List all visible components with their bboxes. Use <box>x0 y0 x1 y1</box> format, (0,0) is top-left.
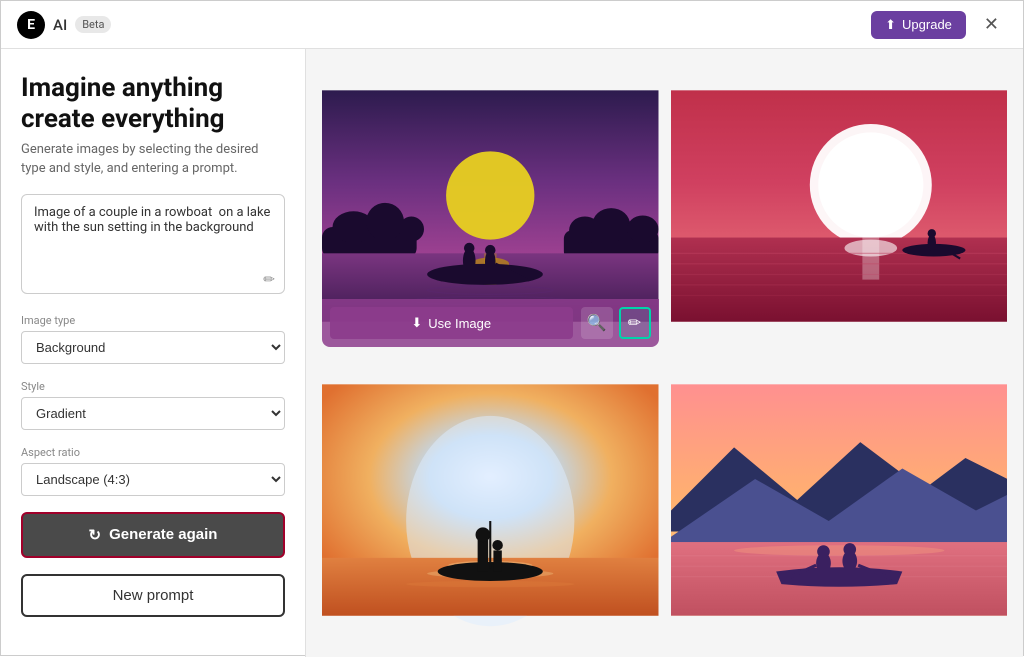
main-layout: Imagine anythingcreate everything Genera… <box>1 49 1023 657</box>
prompt-box: Image of a couple in a rowboat on a lake… <box>21 194 285 298</box>
beta-badge: Beta <box>75 16 111 33</box>
close-button[interactable]: ✕ <box>976 10 1007 39</box>
style-field: Style Gradient <box>21 380 285 430</box>
image-overlay-1: ⬇ Use Image 🔍 ✏ <box>322 299 659 347</box>
generate-button[interactable]: ↻ Generate again <box>21 512 285 558</box>
image-cell-3[interactable] <box>322 359 659 641</box>
generate-icon: ↻ <box>89 526 102 544</box>
image-cell-1[interactable]: ⬇ Use Image 🔍 ✏ <box>322 65 659 347</box>
image-grid: ⬇ Use Image 🔍 ✏ <box>306 49 1023 657</box>
aspect-ratio-label: Aspect ratio <box>21 446 285 459</box>
image-type-field: Image type Background <box>21 314 285 364</box>
pencil-icon: ✏ <box>628 313 641 333</box>
aspect-ratio-select[interactable]: Landscape (4:3) <box>21 463 285 496</box>
edit-prompt-icon[interactable]: ✏ <box>263 272 275 288</box>
logo-text: AI <box>53 16 67 34</box>
topbar-left: E AI Beta <box>17 11 111 39</box>
image-type-select[interactable]: Background <box>21 331 285 364</box>
image-actions-1: 🔍 ✏ <box>581 307 651 339</box>
panel-title: Imagine anythingcreate everything <box>21 73 285 135</box>
upgrade-button[interactable]: ⬆ Upgrade <box>871 11 966 39</box>
panel-subtitle: Generate images by selecting the desired… <box>21 141 285 177</box>
new-prompt-button[interactable]: New prompt <box>21 574 285 617</box>
style-label: Style <box>21 380 285 393</box>
topbar-right: ⬆ Upgrade ✕ <box>871 10 1007 39</box>
download-icon: ⬇ <box>411 315 422 331</box>
edit-button[interactable]: ✏ <box>619 307 651 339</box>
elementor-logo: E <box>17 11 45 39</box>
panel-header: Imagine anythingcreate everything Genera… <box>21 73 285 178</box>
prompt-textarea[interactable]: Image of a couple in a rowboat on a lake… <box>21 194 285 294</box>
style-select[interactable]: Gradient <box>21 397 285 430</box>
left-panel: Imagine anythingcreate everything Genera… <box>1 49 306 657</box>
topbar: E AI Beta ⬆ Upgrade ✕ <box>1 1 1023 49</box>
image-cell-4[interactable] <box>671 359 1008 641</box>
image-cell-2[interactable] <box>671 65 1008 347</box>
upgrade-icon: ⬆ <box>885 17 896 33</box>
zoom-button[interactable]: 🔍 <box>581 307 613 339</box>
use-image-button[interactable]: ⬇ Use Image <box>330 307 573 339</box>
aspect-ratio-field: Aspect ratio Landscape (4:3) <box>21 446 285 496</box>
zoom-icon: 🔍 <box>587 313 607 333</box>
image-type-label: Image type <box>21 314 285 327</box>
